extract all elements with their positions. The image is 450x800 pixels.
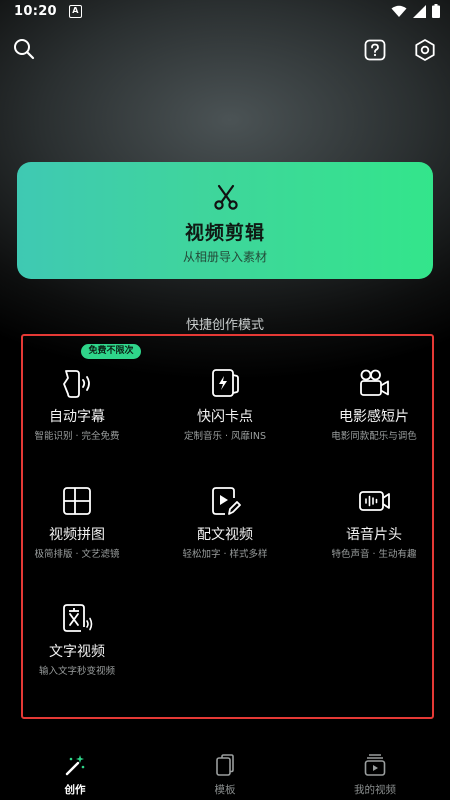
audio-wave-icon bbox=[359, 491, 390, 511]
tool-desc: 极简排版 · 文艺滤镜 bbox=[34, 549, 120, 560]
magic-wand-icon bbox=[65, 755, 85, 776]
hero-title: 视频剪辑 bbox=[184, 222, 265, 244]
text-to-video-icon bbox=[63, 604, 93, 632]
video-edit-card[interactable]: 视频剪辑 从相册导入素材 bbox=[17, 162, 433, 279]
nav-template[interactable]: 模板 bbox=[150, 745, 300, 800]
status-time: 10:20 bbox=[14, 3, 57, 19]
hero-subtitle: 从相册导入素材 bbox=[182, 250, 267, 264]
free-badge: 免费不限次 bbox=[81, 344, 141, 359]
tool-caption-video[interactable]: 配文视频 轻松加字 · 样式多样 bbox=[150, 484, 300, 584]
video-edit-icon bbox=[212, 487, 241, 515]
tool-label: 配文视频 bbox=[197, 527, 253, 543]
tool-desc: 输入文字秒变视频 bbox=[38, 666, 115, 677]
tool-voice-intro[interactable]: 语音片头 特色声音 · 生动有趣 bbox=[299, 484, 449, 584]
search-icon[interactable] bbox=[13, 38, 35, 60]
tool-label: 文字视频 bbox=[49, 644, 105, 660]
tool-text-video[interactable]: 文字视频 输入文字秒变视频 bbox=[2, 601, 152, 701]
tool-desc: 轻松加字 · 样式多样 bbox=[182, 549, 268, 560]
beat-sync-icon bbox=[212, 369, 239, 397]
scissors-icon bbox=[214, 184, 238, 210]
status-icons bbox=[391, 4, 440, 18]
tool-label: 语音片头 bbox=[346, 527, 402, 543]
nav-label: 我的视频 bbox=[354, 784, 396, 796]
movie-camera-icon bbox=[360, 369, 389, 396]
quick-create-title: 快捷创作模式 bbox=[185, 318, 264, 333]
settings-icon[interactable] bbox=[413, 38, 437, 62]
signal-icon bbox=[413, 4, 426, 18]
nav-label: 创作 bbox=[64, 784, 86, 796]
bottom-nav: 创作 模板 我的视频 bbox=[0, 745, 450, 800]
wifi-icon bbox=[391, 5, 407, 17]
tool-cinematic[interactable]: 电影感短片 电影同款配乐与调色 bbox=[299, 366, 449, 466]
tool-label: 自动字幕 bbox=[49, 409, 105, 425]
battery-icon bbox=[432, 4, 440, 18]
tool-label: 电影感短片 bbox=[339, 409, 409, 425]
tool-desc: 智能识别 · 完全免费 bbox=[34, 431, 120, 442]
tool-desc: 电影同款配乐与调色 bbox=[331, 431, 417, 442]
nav-create[interactable]: 创作 bbox=[0, 745, 150, 800]
template-icon bbox=[216, 754, 234, 776]
tool-desc: 定制音乐 · 风靡INS bbox=[184, 431, 266, 442]
a-app-icon: A bbox=[68, 4, 82, 18]
tool-beat-sync[interactable]: 快闪卡点 定制音乐 · 风靡INS bbox=[150, 366, 300, 466]
help-icon[interactable] bbox=[364, 39, 386, 61]
tool-label: 快闪卡点 bbox=[197, 409, 253, 425]
tool-label: 视频拼图 bbox=[49, 527, 105, 543]
tool-desc: 特色声音 · 生动有趣 bbox=[331, 549, 417, 560]
auto-subtitle-icon bbox=[63, 370, 90, 398]
collage-icon bbox=[63, 487, 91, 515]
nav-label: 模板 bbox=[214, 784, 236, 796]
tool-auto-subtitle[interactable]: 自动字幕 智能识别 · 完全免费 bbox=[2, 366, 152, 466]
nav-my-videos[interactable]: 我的视频 bbox=[300, 745, 450, 800]
tool-collage[interactable]: 视频拼图 极简排版 · 文艺滤镜 bbox=[2, 484, 152, 584]
status-bar: 10:20 A bbox=[0, 0, 450, 22]
my-videos-icon bbox=[364, 754, 386, 776]
